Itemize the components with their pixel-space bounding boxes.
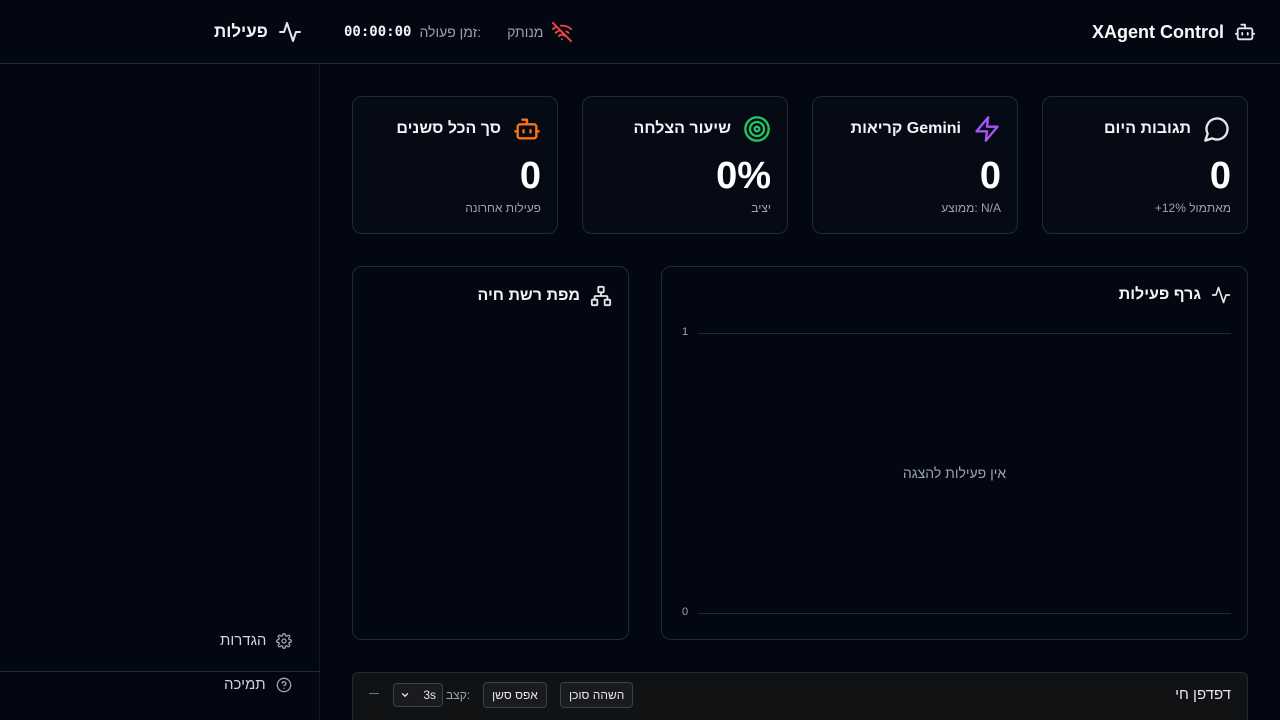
sidebar-item-settings[interactable]: הגדרות: [220, 632, 293, 649]
card-value: 0: [1209, 155, 1231, 197]
stat-card-total-sessions: סך הכל סשנים 0 פעילות אחרונה: [352, 96, 558, 234]
target-icon: [743, 115, 771, 143]
y-tick-label: 1: [682, 326, 689, 338]
connection-status: מנותק זמן פעולה: 00:00:00: [344, 20, 573, 44]
stat-card-responses: תגובות היום 0 +12% מאתמול: [1042, 96, 1248, 234]
settings-icon: [276, 632, 293, 649]
brand: XAgent Control: [1092, 18, 1256, 46]
message-circle-icon: [1203, 115, 1231, 143]
top-header: XAgent Control מנותק זמן פעולה: 00:00:00…: [0, 0, 1280, 64]
activity-icon: [1211, 285, 1231, 305]
support-label: תמיכה: [224, 676, 266, 693]
chart-gridline: [698, 333, 1231, 334]
card-title: קריאות Gemini: [850, 120, 961, 137]
network-map-title: מפת רשת חיה: [477, 287, 580, 304]
bot-icon: [1234, 21, 1256, 43]
activity-icon: [278, 20, 302, 44]
activity-graph-title: גרף פעילות: [1118, 286, 1201, 303]
stat-card-gemini-calls: קריאות Gemini 0 ממוצע: N/A: [812, 96, 1018, 234]
uptime-value: 00:00:00: [344, 24, 412, 40]
pause-agent-button[interactable]: השהה סוכן: [560, 682, 634, 708]
zap-icon: [973, 115, 1001, 143]
activity-title: פעילות: [214, 22, 268, 41]
card-subtext: +12% מאתמול: [1154, 201, 1231, 215]
minimize-icon[interactable]: [369, 693, 379, 694]
card-subtext: יציב: [751, 201, 771, 215]
activity-graph-panel: גרף פעילות 1 0 אין פעילות להצגה: [661, 266, 1248, 640]
help-circle-icon: [276, 677, 292, 693]
status-text: מנותק: [507, 24, 544, 40]
chevron-down-icon: [400, 690, 410, 700]
activity-header: פעילות: [214, 20, 302, 44]
live-browser-toolbar: דפדפן חי השהה סוכן אפס סשן קצב: 3s: [352, 672, 1248, 720]
sidebar-divider: [0, 671, 320, 672]
y-tick-label: 0: [682, 606, 689, 618]
bot-icon: [513, 115, 541, 143]
card-value: 0%: [716, 155, 771, 197]
empty-state-text: אין פעילות להצגה: [902, 465, 1007, 481]
rate-value: 3s: [423, 688, 436, 702]
network-icon: [590, 285, 612, 307]
reset-session-button[interactable]: אפס סשן: [483, 682, 547, 708]
card-subtext: ממוצע: N/A: [941, 201, 1001, 215]
wifi-off-icon: [551, 21, 573, 43]
card-title: תגובות היום: [1104, 120, 1191, 137]
stat-card-success-rate: שיעור הצלחה 0% יציב: [582, 96, 788, 234]
rate-label: קצב:: [446, 688, 471, 702]
brand-title: XAgent Control: [1092, 21, 1224, 42]
uptime-label: זמן פעולה:: [419, 24, 482, 40]
settings-label: הגדרות: [220, 632, 267, 649]
browser-title: דפדפן חי: [1175, 686, 1231, 703]
network-map-panel: מפת רשת חיה: [352, 266, 629, 640]
card-value: 0: [979, 155, 1001, 197]
sidebar: [0, 64, 320, 720]
card-value: 0: [519, 155, 541, 197]
chart-gridline: [698, 613, 1231, 614]
card-title: סך הכל סשנים: [396, 120, 501, 137]
card-title: שיעור הצלחה: [633, 120, 732, 137]
rate-select[interactable]: 3s: [393, 683, 443, 707]
card-subtext: פעילות אחרונה: [465, 201, 541, 215]
sidebar-item-support[interactable]: תמיכה: [224, 676, 292, 693]
